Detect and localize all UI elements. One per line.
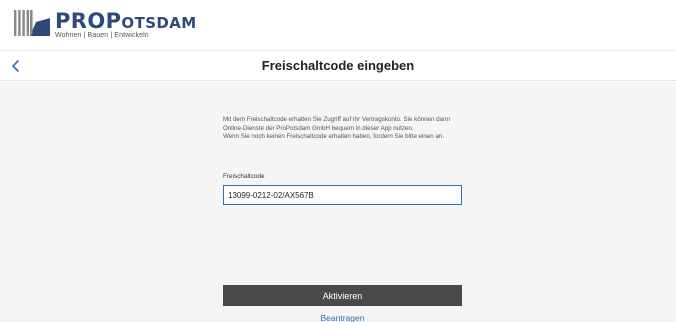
code-field-label: Freischaltcode: [223, 173, 265, 180]
propotsdam-logo-icon: [14, 10, 50, 36]
company-logo: PROPOTSDAM Wohnen | Bauen | Entwickeln: [14, 8, 196, 42]
apply-link[interactable]: Beantragen: [223, 313, 462, 322]
brand-wordmark: PROPOTSDAM: [55, 9, 197, 33]
page-title: Freischaltcode eingeben: [261, 58, 415, 73]
back-button[interactable]: [4, 54, 28, 78]
brand-header: PROPOTSDAM Wohnen | Bauen | Entwickeln: [0, 0, 676, 50]
activation-code-input[interactable]: [223, 185, 462, 205]
brand-tagline: Wohnen | Bauen | Entwickeln: [55, 32, 149, 39]
intro-text: Mit dem Freischaltcode erhalten Sie Zugr…: [223, 116, 465, 142]
activate-button[interactable]: Aktivieren: [223, 285, 462, 306]
chevron-left-icon: [12, 60, 19, 72]
intro-paragraph-2: Wenn Sie noch keinen Freischaltcode erha…: [223, 133, 445, 141]
app-root: PROPOTSDAM Wohnen | Bauen | Entwickeln F…: [0, 0, 676, 322]
navigation-bar: Freischaltcode eingeben: [0, 50, 676, 81]
main-content: Mit dem Freischaltcode erhalten Sie Zugr…: [0, 82, 676, 322]
intro-paragraph-1: Mit dem Freischaltcode erhalten Sie Zugr…: [223, 116, 450, 132]
